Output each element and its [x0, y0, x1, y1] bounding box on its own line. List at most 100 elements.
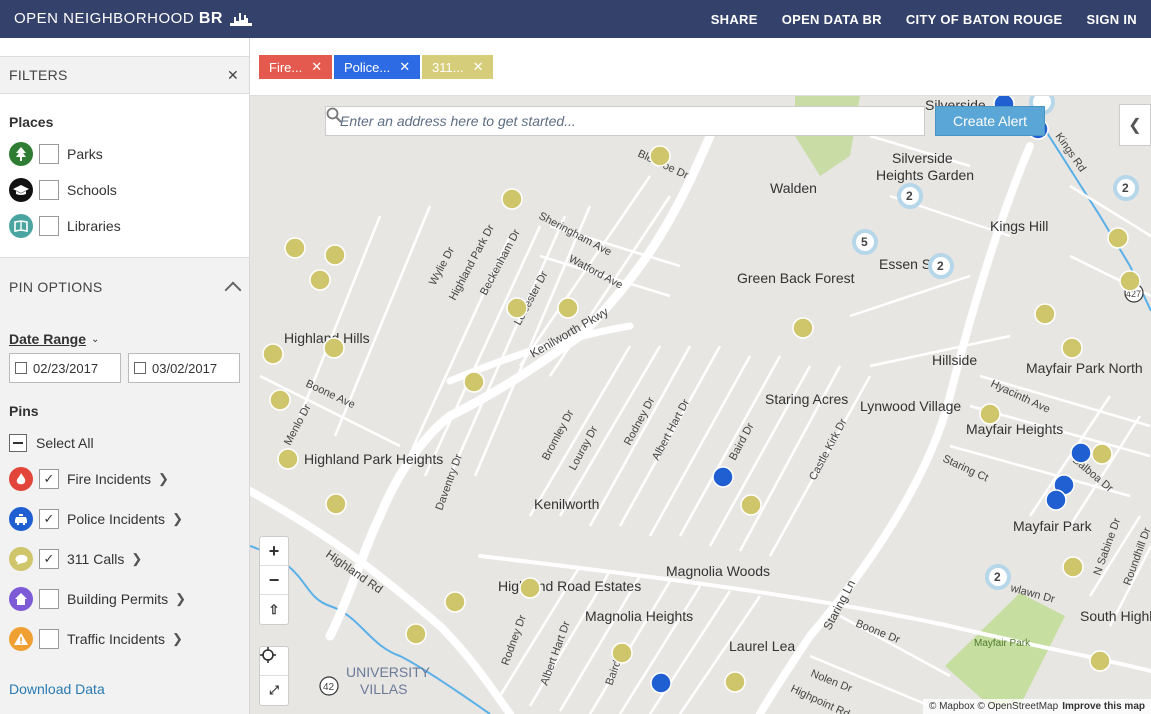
search-icon — [326, 107, 342, 123]
svg-text:South Highl: South Highl — [1080, 608, 1151, 624]
attribution-text[interactable]: © Mapbox © OpenStreetMap — [929, 701, 1058, 712]
chevron-right-icon[interactable]: ❯ — [172, 511, 183, 527]
pin-label: Building Permits — [67, 591, 169, 607]
tag-311[interactable]: 311... ✕ — [422, 55, 494, 79]
svg-text:Louray Dr: Louray Dr — [567, 424, 600, 473]
svg-text:Mayfair Park: Mayfair Park — [974, 638, 1031, 649]
svg-text:2: 2 — [906, 189, 913, 203]
place-parks[interactable]: Parks — [9, 136, 240, 172]
311-calls-checkbox[interactable]: ✓ — [39, 549, 59, 569]
filters-sidebar: FILTERS ✕ Places Parks Schools Libraries… — [0, 38, 250, 714]
tag-fire[interactable]: Fire... ✕ — [259, 55, 333, 79]
map-attribution: © Mapbox © OpenStreetMap Improve this map — [922, 699, 1151, 714]
tree-icon — [9, 142, 33, 166]
locate-control: ⤢ — [259, 646, 289, 706]
pin-police-incidents[interactable]: ✓ Police Incidents ❯ — [9, 499, 240, 539]
chevron-right-icon[interactable]: ❯ — [158, 471, 169, 487]
date-range-toggle[interactable]: Date Range ⌄ — [9, 331, 99, 347]
close-icon[interactable]: ✕ — [399, 59, 410, 75]
pin-label: Police Incidents — [67, 511, 166, 527]
svg-text:Albert Hart Dr: Albert Hart Dr — [539, 619, 573, 687]
pin-fire-incidents[interactable]: ✓ Fire Incidents ❯ — [9, 459, 240, 499]
fire-incidents-checkbox[interactable]: ✓ — [39, 469, 59, 489]
end-date-input[interactable]: 03/02/2017 — [128, 353, 240, 383]
svg-text:Mayfair Heights: Mayfair Heights — [966, 421, 1063, 437]
calendar-icon — [15, 362, 27, 374]
police-car-icon — [9, 507, 33, 531]
tag-label: 311... — [432, 59, 464, 75]
download-data-link[interactable]: Download Data — [9, 681, 105, 697]
nav-share[interactable]: SHARE — [711, 12, 758, 27]
place-libraries[interactable]: Libraries — [9, 208, 240, 244]
close-icon[interactable]: ✕ — [473, 59, 484, 75]
pin-options-title: PIN OPTIONS — [9, 278, 103, 295]
map-view[interactable]: Silverside Silverside Heights Garden Wal… — [250, 96, 1151, 714]
pin-options-header[interactable]: PIN OPTIONS — [0, 258, 249, 316]
address-search[interactable] — [325, 106, 925, 136]
parks-checkbox[interactable] — [39, 144, 59, 164]
start-date-value: 02/23/2017 — [33, 360, 99, 376]
place-label: Parks — [67, 146, 103, 162]
chevron-right-icon[interactable]: ❯ — [175, 591, 186, 607]
svg-text:Hillside: Hillside — [932, 352, 977, 368]
zoom-out-button[interactable]: − — [260, 566, 288, 595]
police-incidents-checkbox[interactable]: ✓ — [39, 509, 59, 529]
flame-icon — [9, 467, 33, 491]
libraries-checkbox[interactable] — [39, 216, 59, 236]
svg-text:Silverside: Silverside — [892, 150, 953, 166]
svg-text:Green Back Forest: Green Back Forest — [737, 270, 855, 286]
close-icon[interactable]: ✕ — [227, 68, 239, 82]
map-canvas: Silverside Silverside Heights Garden Wal… — [250, 96, 1151, 714]
chevron-right-icon[interactable]: ❯ — [131, 551, 142, 567]
nav-open-data-br[interactable]: OPEN DATA BR — [782, 12, 882, 27]
schools-checkbox[interactable] — [39, 180, 59, 200]
place-label: Libraries — [67, 218, 121, 234]
brand-name: OPEN NEIGHBORHOOD — [14, 10, 195, 27]
book-icon — [9, 214, 33, 238]
select-all-checkbox[interactable] — [9, 434, 27, 452]
nav-sign-in[interactable]: SIGN IN — [1087, 12, 1138, 27]
svg-text:Heights Garden: Heights Garden — [876, 167, 974, 183]
svg-text:Magnolia Woods: Magnolia Woods — [666, 563, 770, 579]
traffic-incidents-checkbox[interactable] — [39, 629, 59, 649]
improve-map-link[interactable]: Improve this map — [1062, 701, 1145, 712]
svg-text:Highland Park Heights: Highland Park Heights — [304, 451, 443, 467]
fullscreen-icon[interactable]: ⤢ — [260, 676, 288, 705]
svg-text:Kings Hill: Kings Hill — [990, 218, 1048, 234]
pin-building-permits[interactable]: Building Permits ❯ — [9, 579, 240, 619]
chevron-right-icon[interactable]: ❯ — [172, 631, 183, 647]
place-schools[interactable]: Schools — [9, 172, 240, 208]
brand-logo[interactable]: OPEN NEIGHBORHOOD BR — [14, 10, 252, 28]
svg-text:5: 5 — [861, 235, 868, 249]
pin-label: 311 Calls — [67, 551, 125, 567]
select-all-toggle[interactable]: Select All — [9, 427, 240, 459]
svg-text:2: 2 — [1122, 181, 1129, 195]
select-all-label: Select All — [36, 435, 94, 451]
house-icon — [9, 587, 33, 611]
places-section: Places Parks Schools Libraries — [0, 94, 249, 258]
svg-text:Lynwood Village: Lynwood Village — [860, 398, 961, 414]
chevron-up-icon[interactable] — [224, 281, 242, 298]
nav-city-of-baton-rouge[interactable]: CITY OF BATON ROUGE — [906, 12, 1063, 27]
tag-police[interactable]: Police... ✕ — [334, 55, 421, 79]
address-search-input[interactable] — [340, 113, 900, 129]
start-date-input[interactable]: 02/23/2017 — [9, 353, 121, 383]
svg-text:Kenilworth: Kenilworth — [534, 496, 599, 512]
pin-traffic-incidents[interactable]: Traffic Incidents ❯ — [9, 619, 240, 659]
svg-text:42: 42 — [323, 682, 335, 693]
close-icon[interactable]: ✕ — [311, 59, 322, 75]
compass-north-icon[interactable]: ⇧ — [260, 595, 288, 624]
collapse-panel-button[interactable]: ❮ — [1119, 104, 1151, 146]
zoom-in-button[interactable]: + — [260, 537, 288, 566]
svg-text:Wylie Dr: Wylie Dr — [427, 245, 457, 288]
svg-text:Staring Acres: Staring Acres — [765, 391, 848, 407]
create-alert-button[interactable]: Create Alert — [935, 106, 1045, 136]
calendar-icon — [134, 362, 146, 374]
pin-311-calls[interactable]: ✓ 311 Calls ❯ — [9, 539, 240, 579]
svg-text:2: 2 — [937, 259, 944, 273]
building-permits-checkbox[interactable] — [39, 589, 59, 609]
place-label: Schools — [67, 182, 117, 198]
date-range-label: Date Range — [9, 331, 87, 347]
svg-text:Boone Ave: Boone Ave — [304, 378, 357, 411]
locate-me-icon[interactable] — [260, 647, 288, 676]
